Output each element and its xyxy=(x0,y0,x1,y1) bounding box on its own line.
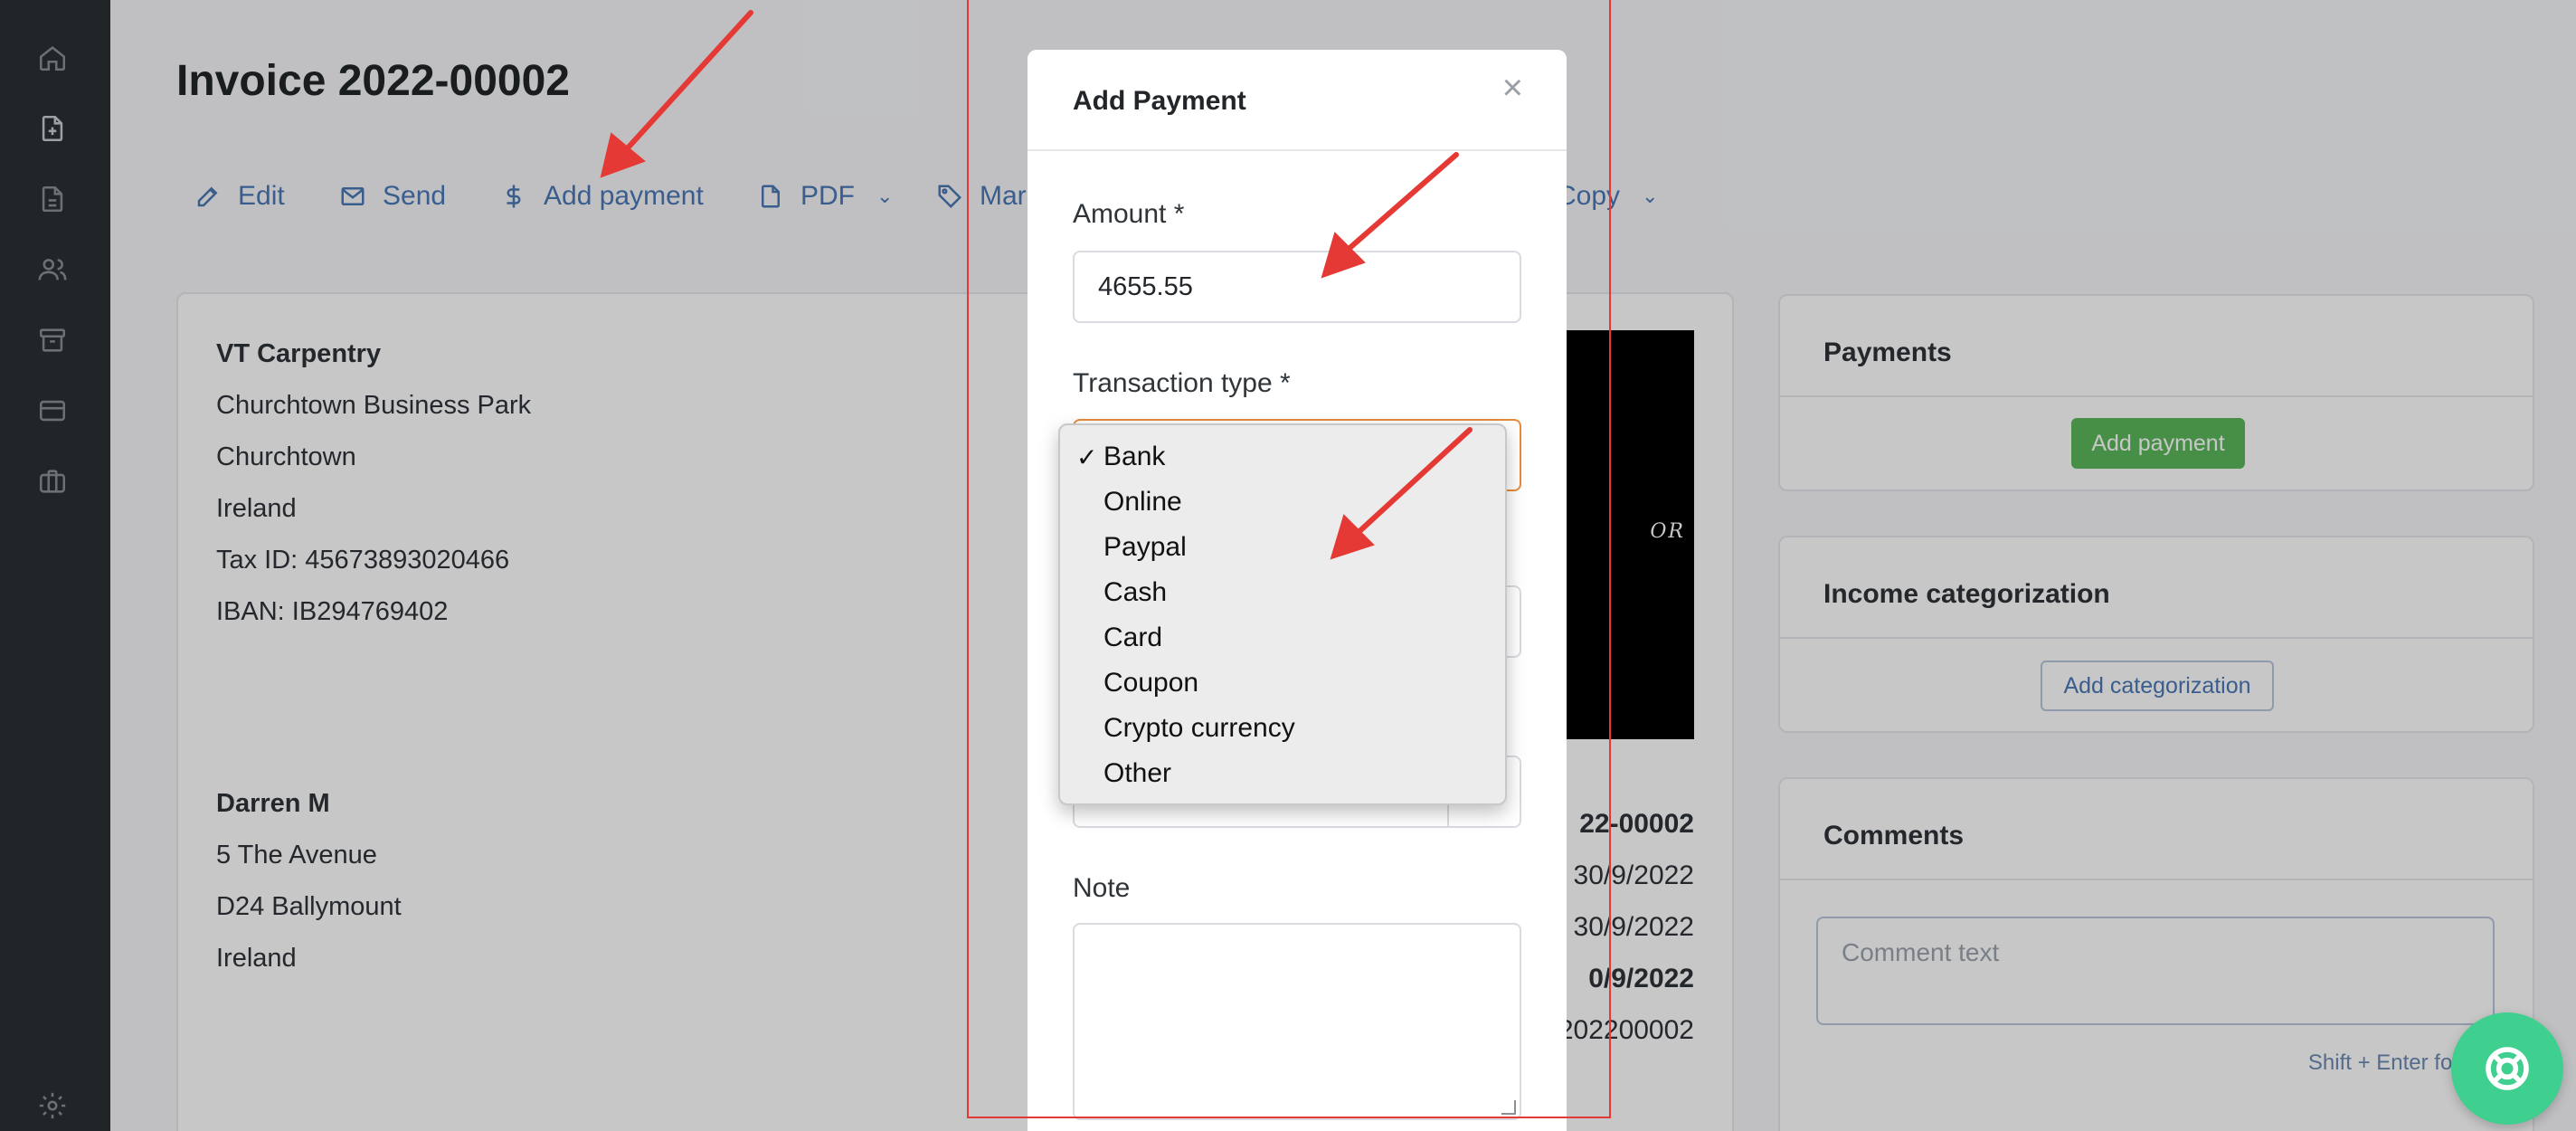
lifebuoy-icon xyxy=(2486,1047,2529,1090)
annotation-frame xyxy=(967,0,1611,1118)
help-button[interactable] xyxy=(2451,1012,2563,1125)
